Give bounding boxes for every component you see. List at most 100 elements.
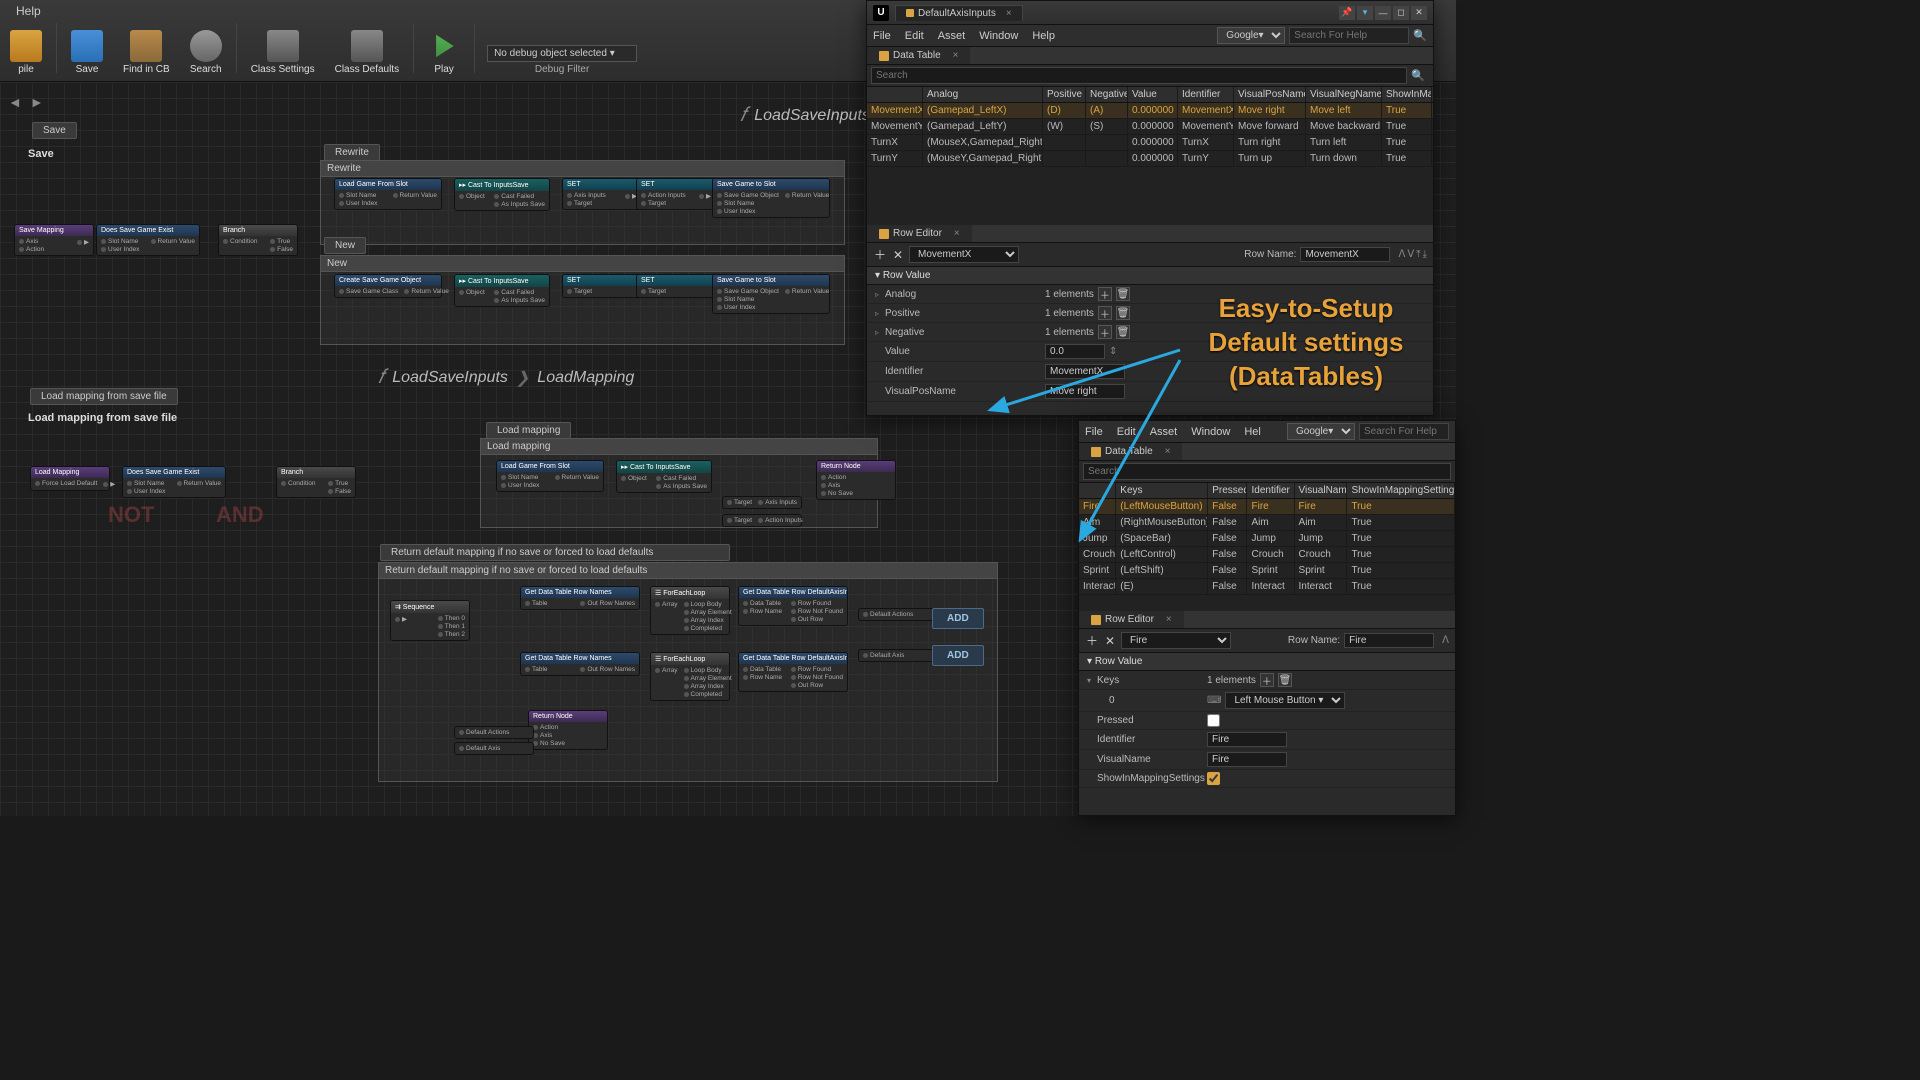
node-default-axis[interactable]: Default Axis: [454, 742, 534, 755]
class-settings-button[interactable]: Class Settings: [241, 26, 325, 81]
delete-row-button[interactable]: ✕: [1103, 634, 1117, 648]
node-save-to-slot2[interactable]: Save Game to Slot Save Game ObjectSlot N…: [712, 274, 830, 314]
graph-tab-load[interactable]: Load mapping from save file: [30, 388, 178, 405]
help-search-input[interactable]: [1289, 27, 1409, 44]
window-titlebar[interactable]: U DefaultAxisInputs× 📌 ▾ — ◻ ✕: [867, 1, 1433, 25]
row-select[interactable]: Fire: [1121, 632, 1231, 649]
table-row[interactable]: Interact(E)FalseInteractInteractTrue: [1079, 579, 1455, 595]
compile-button[interactable]: pile: [0, 26, 52, 81]
add-array-button2[interactable]: ADD: [932, 645, 984, 666]
comment-tab-return[interactable]: Return default mapping if no save or for…: [380, 544, 730, 561]
datatable-search-input[interactable]: [1083, 463, 1451, 480]
node-set3[interactable]: SET Target: [562, 274, 642, 298]
visualpos-input[interactable]: [1045, 384, 1125, 399]
menu-asset[interactable]: Asset: [1150, 426, 1178, 438]
search-icon[interactable]: 🔍: [1413, 29, 1427, 42]
play-button[interactable]: Play: [418, 26, 470, 81]
clear-button[interactable]: 🗑: [1278, 673, 1292, 687]
node-get-dt-row1[interactable]: Get Data Table Row DefaultAxisInputs Dat…: [738, 586, 848, 626]
nav-down-icon[interactable]: ᐯ: [1407, 249, 1414, 260]
section-row-value[interactable]: ▾ Row Value: [867, 267, 1433, 285]
window-default-axis-inputs[interactable]: U DefaultAxisInputs× 📌 ▾ — ◻ ✕ File Edit…: [866, 0, 1434, 416]
window-tab[interactable]: DefaultAxisInputs×: [895, 5, 1023, 21]
clear-button[interactable]: 🗑: [1116, 287, 1130, 301]
node-target1[interactable]: TargetAxis Inputs: [722, 496, 802, 509]
node-get-dt-rows1[interactable]: Get Data Table Row Names TableOut Row Na…: [520, 586, 640, 610]
node-save-to-slot[interactable]: Save Game to Slot Save Game ObjectSlot N…: [712, 178, 830, 218]
key-select[interactable]: Left Mouse Button ▾: [1225, 692, 1345, 709]
comment-tab-load[interactable]: Load mapping: [486, 422, 571, 439]
menu-edit[interactable]: Edit: [1117, 426, 1136, 438]
node-get-dt-rows2[interactable]: Get Data Table Row Names TableOut Row Na…: [520, 652, 640, 676]
delete-row-button[interactable]: ✕: [891, 248, 905, 262]
save-button[interactable]: Save: [61, 26, 113, 81]
close-icon[interactable]: ✕: [1411, 6, 1427, 20]
nav-bottom-icon[interactable]: ⤓: [1423, 249, 1427, 260]
identifier-input[interactable]: [1207, 732, 1287, 747]
clear-button[interactable]: 🗑: [1116, 306, 1130, 320]
back-arrow-icon[interactable]: ◄: [8, 94, 22, 110]
table-row[interactable]: Crouch(LeftControl)FalseCrouchCrouchTrue: [1079, 547, 1455, 563]
datatable-grid[interactable]: KeysPressedIdentifierVisualNameShowInMap…: [1079, 483, 1455, 611]
table-row[interactable]: Jump(SpaceBar)FalseJumpJumpTrue: [1079, 531, 1455, 547]
close-icon[interactable]: ×: [1166, 614, 1172, 625]
search-icon[interactable]: 🔍: [1407, 67, 1429, 84]
node-default-actions2[interactable]: Default Actions: [858, 608, 938, 621]
find-button[interactable]: Find in CB: [113, 26, 180, 81]
search-provider-select[interactable]: Google▾: [1287, 423, 1355, 440]
clear-button[interactable]: 🗑: [1116, 325, 1130, 339]
node-target2[interactable]: TargetAction Inputs: [722, 514, 802, 527]
node-cast-inputs[interactable]: ▸▸ Cast To InputsSave ObjectCast FailedA…: [454, 178, 550, 211]
close-icon[interactable]: ×: [954, 228, 960, 239]
add-element-button[interactable]: ＋: [1098, 287, 1112, 301]
graph-tab-save[interactable]: Save: [32, 122, 77, 139]
table-row[interactable]: Aim(RightMouseButton)FalseAimAimTrue: [1079, 515, 1455, 531]
node-set1[interactable]: SET Axis InputsTarget▶: [562, 178, 642, 210]
table-row[interactable]: Fire(LeftMouseButton)FalseFireFireTrue: [1079, 499, 1455, 515]
forward-arrow-icon[interactable]: ►: [30, 94, 44, 110]
nav-up-icon[interactable]: ᐱ: [1398, 249, 1405, 260]
node-load-game[interactable]: Load Game From Slot Slot NameUser IndexR…: [334, 178, 442, 210]
help-menu[interactable]: Help: [16, 4, 41, 18]
node-sequence[interactable]: ⇉ Sequence ▶Then 0Then 1Then 2: [390, 600, 470, 641]
maximize-icon[interactable]: ◻: [1393, 6, 1409, 20]
node-cast3[interactable]: ▸▸ Cast To InputsSave ObjectCast FailedA…: [616, 460, 712, 493]
add-element-button[interactable]: ＋: [1098, 306, 1112, 320]
node-save-mapping[interactable]: Save Mapping AxisAction▶: [14, 224, 94, 256]
menu-asset[interactable]: Asset: [938, 30, 966, 42]
node-does-save-exist2[interactable]: Does Save Game Exist Slot NameUser Index…: [122, 466, 226, 498]
menu-help[interactable]: Help: [1032, 30, 1055, 42]
node-branch[interactable]: Branch ConditionTrueFalse: [218, 224, 298, 256]
add-array-button[interactable]: ADD: [932, 608, 984, 629]
row-name-input[interactable]: [1300, 247, 1390, 262]
menu-window[interactable]: Window: [979, 30, 1018, 42]
comment-tab-new[interactable]: New: [324, 237, 366, 254]
visualname-input[interactable]: [1207, 752, 1287, 767]
minimize-icon[interactable]: —: [1375, 6, 1391, 20]
datatable-grid[interactable]: AnalogPositiveNegativeValueIdentifierVis…: [867, 87, 1433, 225]
node-load-mapping[interactable]: Load Mapping Force Load Default▶: [30, 466, 110, 491]
row-select[interactable]: MovementX: [909, 246, 1019, 263]
table-row[interactable]: MovementY(Gamepad_LeftY)(W)(S)0.000000Mo…: [867, 119, 1433, 135]
close-icon[interactable]: ×: [953, 50, 959, 61]
search-provider-select[interactable]: Google▾: [1217, 27, 1285, 44]
add-row-button[interactable]: ＋: [1085, 634, 1099, 648]
table-row[interactable]: MovementX(Gamepad_LeftX)(D)(A)0.000000Mo…: [867, 103, 1433, 119]
node-default-actions[interactable]: Default Actions: [454, 726, 534, 739]
node-return2[interactable]: Return Node ActionAxisNo Save: [528, 710, 608, 750]
menu-file[interactable]: File: [873, 30, 891, 42]
nav-up-icon[interactable]: ᐱ: [1442, 635, 1449, 646]
nav-top-icon[interactable]: ⤒: [1416, 249, 1420, 260]
dropdown-icon[interactable]: ▾: [1357, 6, 1373, 20]
node-load-game2[interactable]: Load Game From Slot Slot NameUser IndexR…: [496, 460, 604, 492]
node-branch2[interactable]: Branch ConditionTrueFalse: [276, 466, 356, 498]
datatable-search-input[interactable]: [871, 67, 1407, 84]
node-default-axis2[interactable]: Default Axis: [858, 649, 938, 662]
menu-edit[interactable]: Edit: [905, 30, 924, 42]
identifier-input[interactable]: [1045, 364, 1125, 379]
showinmap-checkbox[interactable]: [1207, 772, 1220, 785]
section-row-value[interactable]: ▾ Row Value: [1079, 653, 1455, 671]
class-defaults-button[interactable]: Class Defaults: [325, 26, 409, 81]
node-cast-inputs2[interactable]: ▸▸ Cast To InputsSave ObjectCast FailedA…: [454, 274, 550, 307]
debug-object-select[interactable]: No debug object selected ▾: [487, 45, 637, 62]
